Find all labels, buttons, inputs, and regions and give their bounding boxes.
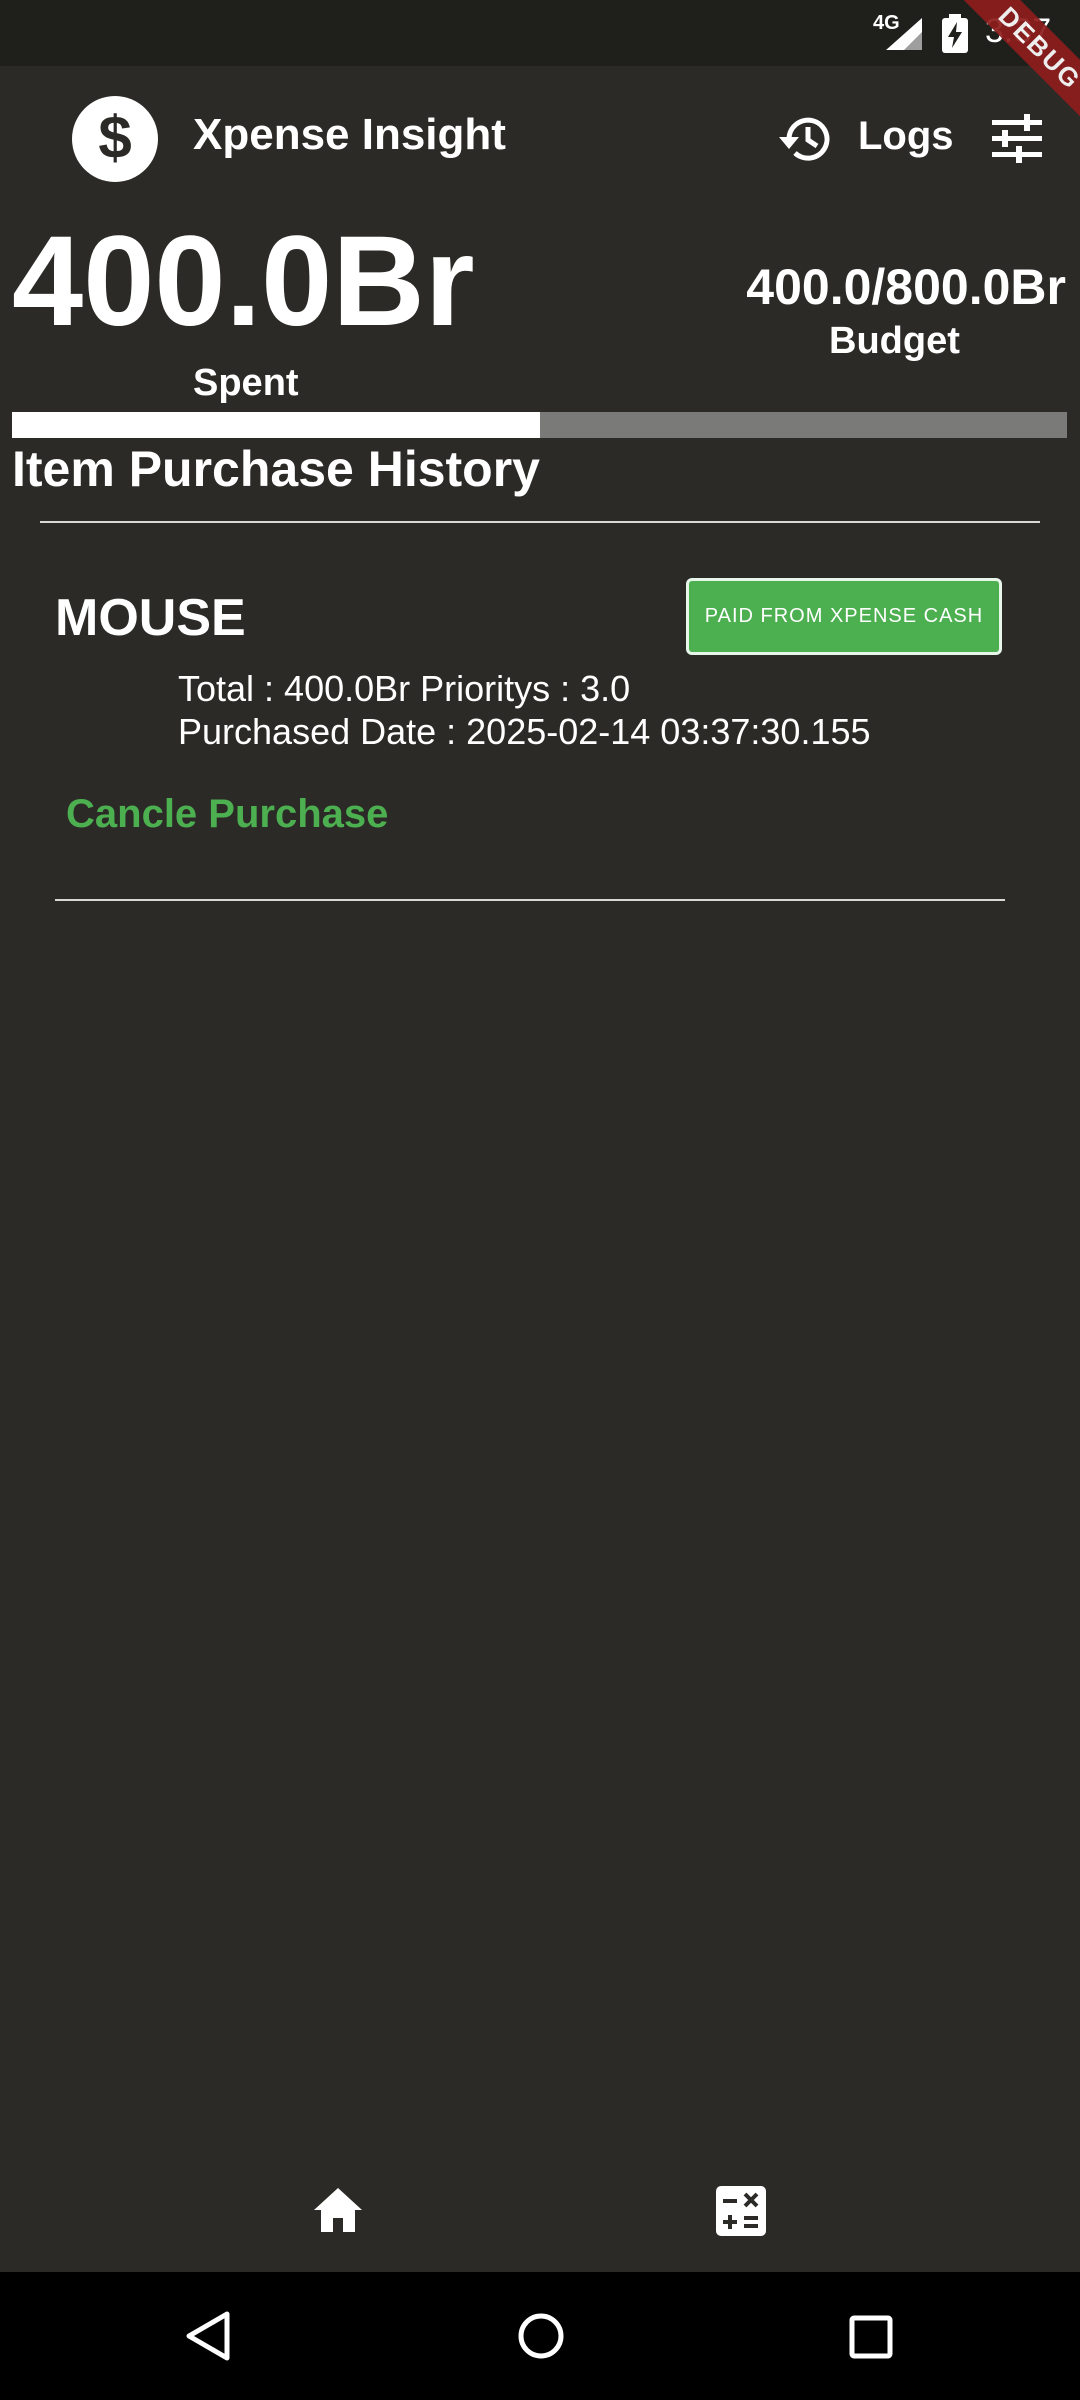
- logs-button[interactable]: Logs: [858, 114, 954, 159]
- cancel-purchase-button[interactable]: Cancle Purchase: [66, 792, 388, 837]
- budget-label: Budget: [829, 320, 960, 362]
- recents-icon[interactable]: [848, 2314, 894, 2360]
- back-icon[interactable]: [183, 2310, 233, 2362]
- status-bar: 4G 3:37: [0, 0, 1080, 66]
- payment-source-button[interactable]: PAID FROM XPENSE CASH: [686, 578, 1002, 655]
- item-name: MOUSE: [55, 589, 246, 647]
- item-total: Total : 400.0Br Prioritys : 3.0: [178, 668, 631, 709]
- tune-settings-icon[interactable]: [990, 114, 1044, 164]
- spent-amount: 400.0Br: [12, 210, 475, 353]
- budget-progress-bar: [12, 412, 1067, 438]
- budget-amount: 400.0/800.0Br: [746, 259, 1066, 315]
- item-purchase-date: Purchased Date : 2025-02-14 03:37:30.155: [178, 711, 871, 752]
- budget-progress-fill: [12, 412, 540, 438]
- section-title: Item Purchase History: [12, 441, 540, 497]
- home-icon[interactable]: [312, 2186, 364, 2234]
- svg-text:$: $: [98, 104, 131, 171]
- calculator-icon[interactable]: [716, 2186, 766, 2236]
- history-icon[interactable]: [775, 112, 833, 166]
- home-circle-icon[interactable]: [516, 2310, 566, 2362]
- divider: [40, 521, 1040, 523]
- spent-label: Spent: [193, 362, 299, 404]
- dollar-logo-icon: $: [72, 96, 158, 182]
- system-navigation-bar: [0, 2272, 1080, 2400]
- battery-charging-icon: [942, 14, 968, 53]
- item-divider: [55, 899, 1005, 901]
- app-title: Xpense Insight: [193, 110, 506, 159]
- signal-icon: [886, 18, 922, 50]
